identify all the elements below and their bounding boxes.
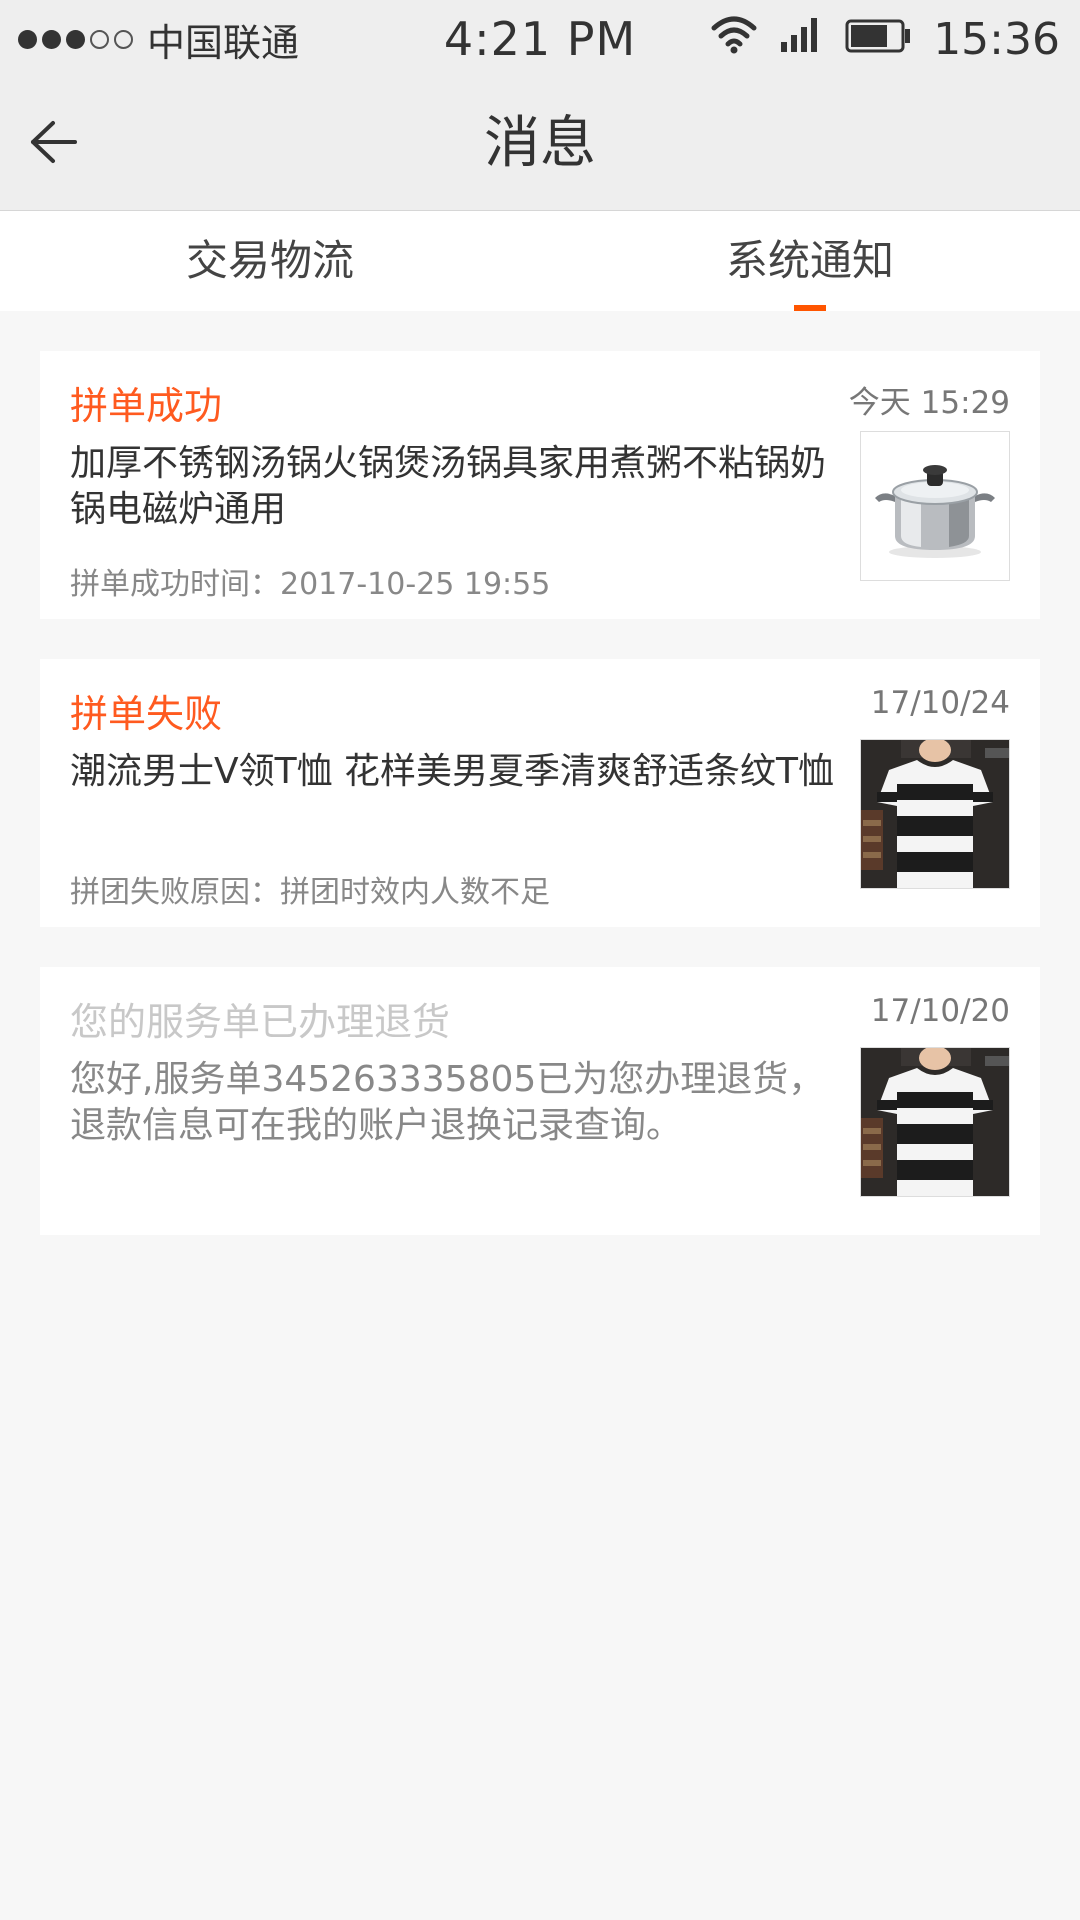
message-body: 潮流男士V领T恤 花样美男夏季清爽舒适条纹T恤 xyxy=(70,751,835,792)
message-time: 今天 15:29 xyxy=(848,385,1010,421)
tab-bar: 交易物流 系统通知 xyxy=(0,211,1080,311)
message-card[interactable]: 拼单成功 今天 15:29 加厚不锈钢汤锅火锅煲汤锅具家用煮粥不粘锅奶锅电磁炉通… xyxy=(40,351,1040,619)
status-bar: 中国联通 4:21 PM 15:36 xyxy=(0,0,1080,78)
striped-tshirt-image[interactable] xyxy=(860,739,1010,889)
status-bar-left: 中国联通 xyxy=(18,10,299,68)
message-body: 您好,服务单345263335805已为您办理退货，退款信息可在我的账户退换记录… xyxy=(70,1059,825,1146)
active-tab-indicator xyxy=(794,305,826,311)
cell-signal-icon xyxy=(779,14,823,65)
message-card[interactable]: 拼单失败 17/10/24 潮流男士V领T恤 花样美男夏季清爽舒适条纹T恤 拼团… xyxy=(40,659,1040,927)
tab-trade-logistics[interactable]: 交易物流 xyxy=(0,211,540,311)
tab-label: 系统通知 xyxy=(725,236,894,285)
page-title: 消息 xyxy=(484,111,596,176)
message-title: 拼单失败 xyxy=(70,692,223,736)
signal-dots-icon xyxy=(18,29,133,49)
message-title: 拼单成功 xyxy=(70,384,223,428)
tab-system-notice[interactable]: 系统通知 xyxy=(540,211,1080,311)
wifi-icon xyxy=(711,14,757,65)
tab-label: 交易物流 xyxy=(185,236,354,285)
message-card[interactable]: 您的服务单已办理退货 17/10/20 您好,服务单345263335805已为… xyxy=(40,967,1040,1235)
message-title: 您的服务单已办理退货 xyxy=(70,1000,451,1044)
message-meta: 拼团失败原因：拼团时效内人数不足 xyxy=(70,875,550,910)
status-clock-right: 15:36 xyxy=(933,13,1060,65)
battery-icon xyxy=(845,14,911,65)
carrier-label: 中国联通 xyxy=(147,20,300,65)
message-body: 加厚不锈钢汤锅火锅煲汤锅具家用煮粥不粘锅奶锅电磁炉通用 xyxy=(70,443,827,530)
cooking-pot-image[interactable] xyxy=(860,431,1010,581)
back-button[interactable] xyxy=(24,112,84,172)
striped-tshirt-image[interactable] xyxy=(860,1047,1010,1197)
status-bar-right: 15:36 xyxy=(711,10,1060,68)
message-meta: 拼单成功时间：2017-10-25 19:55 xyxy=(70,567,551,602)
message-time: 17/10/20 xyxy=(870,993,1010,1029)
navigation-bar: 消息 xyxy=(0,78,1080,211)
message-time: 17/10/24 xyxy=(870,685,1010,721)
back-arrow-icon xyxy=(31,121,77,163)
